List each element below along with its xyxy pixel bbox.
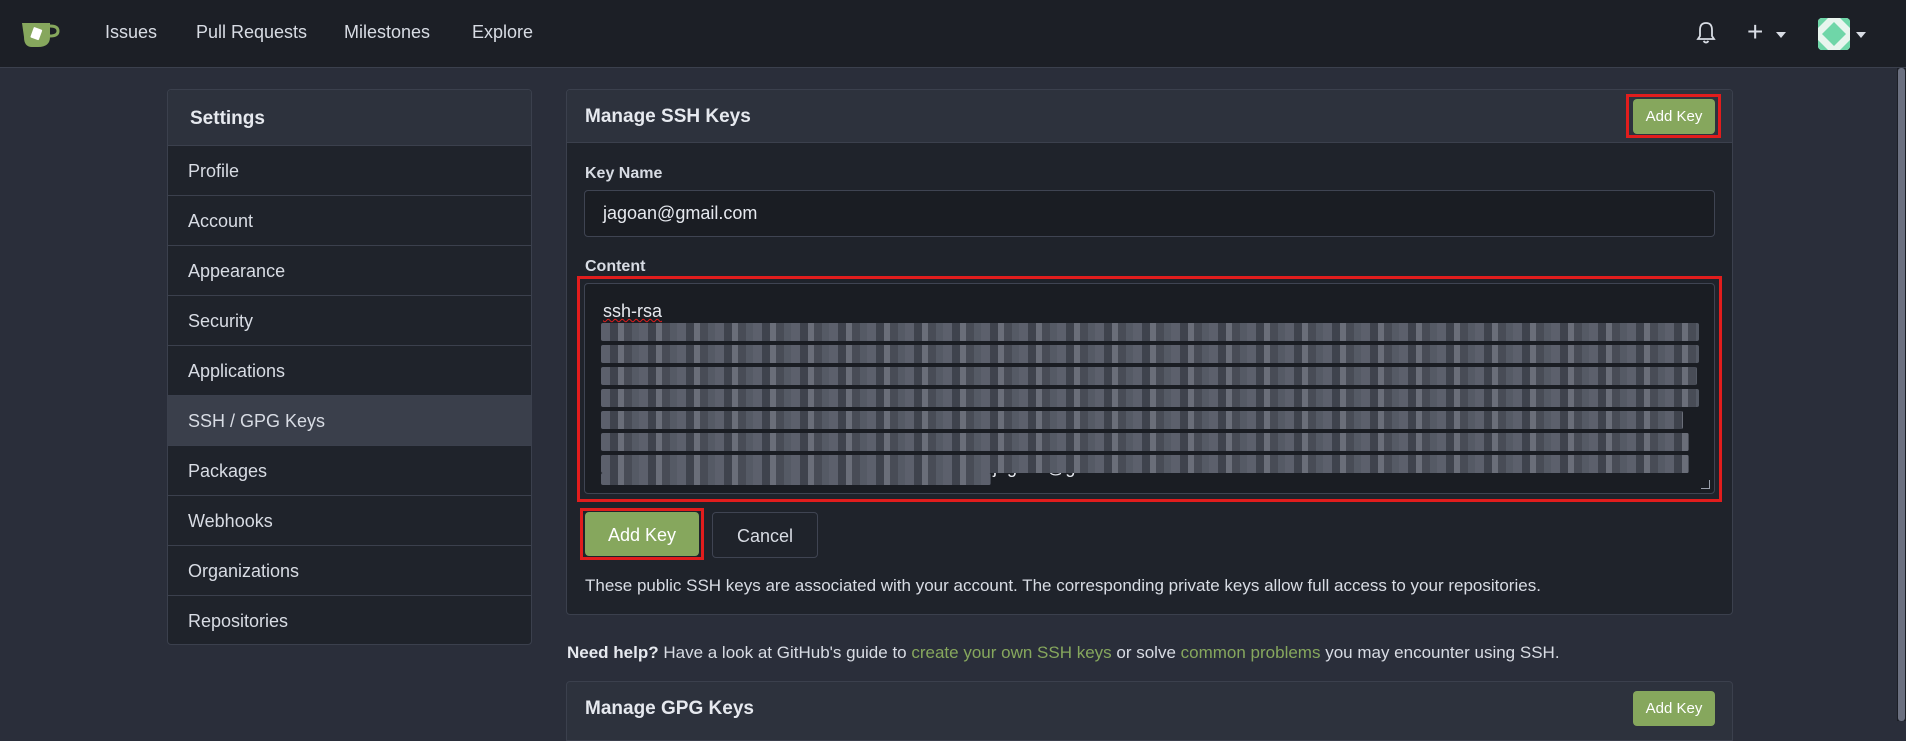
create-ssh-keys-link[interactable]: create your own SSH keys bbox=[911, 643, 1111, 662]
sidebar-item-webhooks[interactable]: Webhooks bbox=[168, 496, 531, 546]
gitea-logo-icon[interactable] bbox=[20, 15, 60, 51]
top-navbar: Issues Pull Requests Milestones Explore … bbox=[0, 0, 1906, 68]
textarea-resize-handle[interactable] bbox=[1701, 480, 1710, 489]
help-text-1: Have a look at GitHub's guide to bbox=[658, 643, 912, 662]
sidebar-item-applications[interactable]: Applications bbox=[168, 346, 531, 396]
ssh-panel-title: Manage SSH Keys bbox=[585, 106, 751, 127]
scrollbar-thumb[interactable] bbox=[1898, 68, 1905, 721]
sidebar-item-appearance[interactable]: Appearance bbox=[168, 246, 531, 296]
sidebar-item-profile[interactable]: Profile bbox=[168, 146, 531, 196]
help-text-3: you may encounter using SSH. bbox=[1320, 643, 1560, 662]
page-scrollbar[interactable] bbox=[1897, 68, 1906, 721]
sidebar-item-packages[interactable]: Packages bbox=[168, 446, 531, 496]
manage-gpg-keys-panel: Manage GPG Keys Add Key bbox=[566, 681, 1733, 741]
sidebar-title: Settings bbox=[168, 90, 531, 146]
sidebar-item-organizations[interactable]: Organizations bbox=[168, 546, 531, 596]
notification-bell-icon[interactable] bbox=[1696, 21, 1716, 45]
create-new-icon[interactable]: + bbox=[1747, 16, 1763, 48]
common-problems-link[interactable]: common problems bbox=[1181, 643, 1321, 662]
user-menu-caret-icon[interactable] bbox=[1856, 32, 1866, 38]
sidebar-item-account[interactable]: Account bbox=[168, 196, 531, 246]
nav-explore[interactable]: Explore bbox=[472, 22, 533, 43]
user-avatar[interactable] bbox=[1818, 18, 1850, 50]
sidebar-item-repositories[interactable]: Repositories bbox=[168, 596, 531, 644]
nav-issues[interactable]: Issues bbox=[105, 22, 157, 43]
sidebar-item-security[interactable]: Security bbox=[168, 296, 531, 346]
create-dropdown-caret-icon[interactable] bbox=[1776, 32, 1786, 38]
key-name-input[interactable]: jagoan@gmail.com bbox=[584, 190, 1715, 237]
redacted-key-content bbox=[601, 323, 1700, 485]
add-key-submit-button[interactable]: Add Key bbox=[585, 512, 699, 556]
content-label: Content bbox=[585, 258, 646, 275]
cancel-button[interactable]: Cancel bbox=[712, 512, 818, 558]
key-content-prefix: ssh-rsa bbox=[603, 301, 663, 321]
settings-sidebar: Settings Profile Account Appearance Secu… bbox=[167, 89, 532, 645]
nav-pull-requests[interactable]: Pull Requests bbox=[196, 22, 307, 43]
gpg-panel-title: Manage GPG Keys bbox=[585, 698, 754, 719]
sidebar-item-ssh-gpg-keys[interactable]: SSH / GPG Keys bbox=[168, 396, 531, 446]
help-text: Need help? Have a look at GitHub's guide… bbox=[567, 643, 1560, 663]
help-text-2: or solve bbox=[1111, 643, 1181, 662]
nav-milestones[interactable]: Milestones bbox=[344, 22, 430, 43]
ssh-keys-info-text: These public SSH keys are associated wit… bbox=[585, 576, 1541, 595]
add-key-header-button[interactable]: Add Key bbox=[1633, 99, 1715, 134]
help-bold: Need help? bbox=[567, 643, 659, 662]
key-name-label: Key Name bbox=[585, 165, 663, 182]
ssh-panel-header: Manage SSH Keys bbox=[567, 90, 1732, 143]
